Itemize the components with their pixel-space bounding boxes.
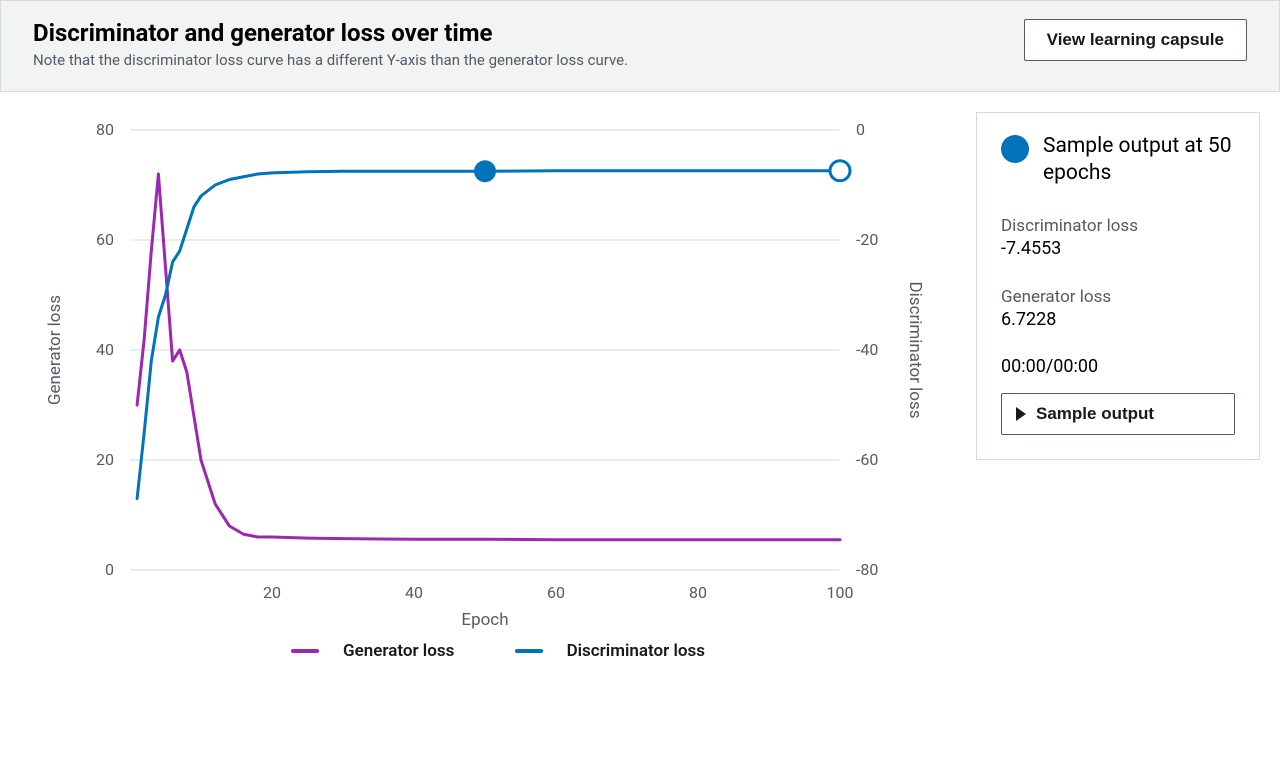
svg-text:0: 0 — [105, 560, 114, 579]
sample-output-title: Sample output at 50 epochs — [1043, 133, 1235, 188]
page-title: Discriminator and generator loss over ti… — [33, 19, 1024, 47]
svg-text:80: 80 — [689, 583, 707, 602]
svg-text:-60: -60 — [856, 450, 878, 469]
svg-text:Discriminator loss: Discriminator loss — [905, 282, 925, 419]
view-learning-capsule-button[interactable]: View learning capsule — [1024, 19, 1247, 61]
svg-text:-40: -40 — [856, 340, 878, 359]
svg-text:40: 40 — [405, 583, 423, 602]
generator-loss-value: 6.7228 — [1001, 309, 1235, 330]
svg-text:60: 60 — [547, 583, 565, 602]
svg-text:80: 80 — [96, 120, 114, 139]
play-sample-button[interactable]: Sample output — [1001, 393, 1235, 435]
svg-text:20: 20 — [263, 583, 281, 602]
loss-chart[interactable]: 0 20 40 60 80 0 -20 -40 -60 -80 20 40 60 80 100 Epoch Ge… — [20, 110, 960, 630]
chart-legend: Generator loss Discriminator loss — [20, 630, 976, 679]
discriminator-loss-value: -7.4553 — [1001, 238, 1235, 259]
svg-text:40: 40 — [96, 340, 114, 359]
generator-loss-label: Generator loss — [1001, 287, 1235, 307]
svg-text:-20: -20 — [856, 230, 878, 249]
discriminator-loss-label: Discriminator loss — [1001, 216, 1235, 236]
legend-discriminator[interactable]: Discriminator loss — [501, 641, 719, 661]
time-display: 00:00/00:00 — [1001, 356, 1235, 377]
play-icon — [1016, 407, 1026, 421]
svg-text:60: 60 — [96, 230, 114, 249]
svg-text:20: 20 — [96, 450, 114, 469]
svg-text:0: 0 — [856, 120, 865, 139]
svg-text:100: 100 — [827, 583, 854, 602]
header-bar: Discriminator and generator loss over ti… — [0, 0, 1280, 92]
svg-text:Generator loss: Generator loss — [45, 295, 65, 405]
svg-text:Epoch: Epoch — [461, 610, 508, 630]
legend-generator[interactable]: Generator loss — [277, 641, 468, 661]
svg-text:-80: -80 — [856, 560, 878, 579]
sample-panel: Sample output at 50 epochs Discriminator… — [976, 112, 1260, 460]
page-subtitle: Note that the discriminator loss curve h… — [33, 51, 1024, 69]
marker-dot-icon — [1001, 135, 1029, 163]
